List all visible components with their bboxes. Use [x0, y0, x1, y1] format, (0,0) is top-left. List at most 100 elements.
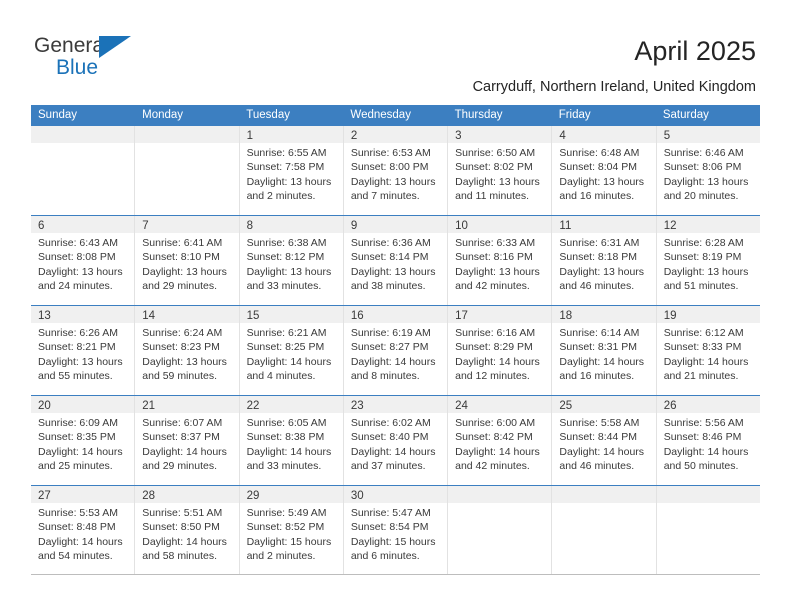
daylight-text: Daylight: 13 hours and 2 minutes. [246, 175, 332, 203]
calendar-day-cell[interactable]: 21 Sunrise: 6:07 AM Sunset: 8:37 PM Dayligh… [135, 396, 240, 485]
calendar-day-cell[interactable]: 9 Sunrise: 6:36 AM Sunset: 8:14 PM Daylight… [343, 216, 449, 305]
day-number: 18 [559, 310, 573, 322]
day-number: 25 [559, 400, 573, 412]
sunrise-text: Sunrise: 6:53 AM [350, 147, 431, 159]
page-title: April 2025 [634, 36, 756, 66]
sunset-text: Sunset: 8:14 PM [350, 251, 429, 264]
day-details: Sunrise: 6:50 AM Sunset: 8:02 PM Daylight:… [448, 143, 551, 204]
day-number: 9 [350, 220, 358, 232]
daylight-text: Daylight: 14 hours and 8 minutes. [350, 355, 436, 383]
day-number: 5 [663, 130, 671, 142]
calendar-day-cell[interactable]: 8 Sunrise: 6:38 AM Sunset: 8:12 PM Daylight… [239, 216, 344, 305]
day-number: 3 [455, 130, 462, 142]
calendar-day-cell[interactable]: 29 Sunrise: 5:49 AM Sunset: 8:52 PM Dayligh… [239, 486, 344, 574]
day-number-band [656, 486, 760, 503]
sunrise-text: Sunrise: 6:12 AM [663, 327, 744, 339]
generalblue-logo[interactable]: General Blue [34, 34, 154, 82]
day-details: Sunrise: 6:48 AM Sunset: 8:04 PM Daylight:… [552, 143, 655, 204]
day-details: Sunrise: 6:33 AM Sunset: 8:16 PM Daylight:… [448, 233, 551, 294]
day-details: Sunrise: 6:12 AM Sunset: 8:33 PM Daylight:… [657, 323, 760, 384]
calendar-day-cell[interactable]: 28 Sunrise: 5:51 AM Sunset: 8:50 PM Dayligh… [135, 486, 240, 574]
daylight-text: Daylight: 13 hours and 11 minutes. [455, 175, 540, 203]
calendar-day-cell[interactable]: 16 Sunrise: 6:19 AM Sunset: 8:27 PM Dayligh… [343, 306, 449, 395]
day-number: 28 [142, 490, 156, 502]
calendar-day-cell[interactable]: 17 Sunrise: 6:16 AM Sunset: 8:29 PM Dayligh… [448, 306, 553, 395]
sunset-text: Sunset: 8:52 PM [246, 521, 325, 534]
calendar-day-cell[interactable]: 11 Sunrise: 6:31 AM Sunset: 8:18 PM Dayligh… [552, 216, 657, 305]
sunset-text: Sunset: 8:50 PM [142, 521, 220, 534]
daylight-text: Daylight: 13 hours and 29 minutes. [142, 265, 227, 293]
sunrise-text: Sunrise: 6:09 AM [38, 417, 118, 429]
calendar-day-cell[interactable]: 22 Sunrise: 6:05 AM Sunset: 8:38 PM Dayligh… [239, 396, 344, 485]
weekday-header-saturday: Saturday [662, 109, 709, 121]
calendar-day-cell[interactable]: 13 Sunrise: 6:26 AM Sunset: 8:21 PM Dayligh… [31, 306, 136, 395]
calendar-day-cell[interactable]: 3 Sunrise: 6:50 AM Sunset: 8:02 PM Daylight… [448, 126, 553, 215]
calendar-week-row: 1 Sunrise: 6:55 AM Sunset: 7:58 PM Daylight… [31, 125, 760, 215]
day-details: Sunrise: 6:36 AM Sunset: 8:14 PM Daylight:… [344, 233, 447, 294]
calendar-day-cell[interactable]: 1 Sunrise: 6:55 AM Sunset: 7:58 PM Daylight… [239, 126, 344, 215]
calendar-cell-empty [135, 126, 240, 215]
sunrise-text: Sunrise: 6:55 AM [246, 147, 327, 159]
day-details: Sunrise: 6:26 AM Sunset: 8:21 PM Daylight:… [31, 323, 134, 384]
day-number: 27 [38, 490, 51, 502]
daylight-text: Daylight: 14 hours and 42 minutes. [455, 445, 540, 473]
calendar-day-cell[interactable]: 25 Sunrise: 5:58 AM Sunset: 8:44 PM Dayligh… [552, 396, 657, 485]
day-number-band: 23 [343, 396, 448, 413]
sunset-text: Sunset: 8:33 PM [663, 341, 742, 354]
logo-text-general: General [34, 34, 109, 57]
sunrise-text: Sunrise: 5:51 AM [142, 507, 223, 519]
calendar-cell-empty [448, 486, 553, 574]
calendar-day-cell[interactable]: 12 Sunrise: 6:28 AM Sunset: 8:19 PM Dayligh… [656, 216, 760, 305]
day-number-band [31, 126, 135, 143]
calendar-day-cell[interactable]: 10 Sunrise: 6:33 AM Sunset: 8:16 PM Dayligh… [448, 216, 553, 305]
day-details: Sunrise: 6:09 AM Sunset: 8:35 PM Daylight:… [31, 413, 134, 474]
daylight-text: Daylight: 15 hours and 6 minutes. [350, 535, 436, 563]
calendar-day-cell[interactable]: 20 Sunrise: 6:09 AM Sunset: 8:35 PM Dayligh… [31, 396, 136, 485]
brand-triangle-icon [99, 36, 131, 58]
page-subtitle: Carryduff, Northern Ireland, United King… [472, 79, 756, 95]
calendar-day-cell[interactable]: 24 Sunrise: 6:00 AM Sunset: 8:42 PM Dayligh… [448, 396, 553, 485]
day-number-band [448, 486, 552, 503]
sunset-text: Sunset: 8:23 PM [142, 341, 220, 354]
sunrise-text: Sunrise: 6:46 AM [663, 147, 744, 159]
sunrise-text: Sunrise: 6:02 AM [350, 417, 431, 429]
calendar-day-cell[interactable]: 5 Sunrise: 6:46 AM Sunset: 8:06 PM Daylight… [656, 126, 760, 215]
calendar-day-cell[interactable]: 30 Sunrise: 5:47 AM Sunset: 8:54 PM Dayligh… [343, 486, 449, 574]
calendar-grid: Sunday Monday Tuesday Wednesday Thursday Frid… [31, 105, 760, 575]
calendar-day-cell[interactable]: 18 Sunrise: 6:14 AM Sunset: 8:31 PM Dayligh… [552, 306, 657, 395]
day-number-band: 8 [239, 216, 343, 233]
day-number-band: 12 [656, 216, 760, 233]
calendar-day-cell[interactable]: 6 Sunrise: 6:43 AM Sunset: 8:08 PM Daylight… [31, 216, 136, 305]
daylight-text: Daylight: 13 hours and 16 minutes. [559, 175, 645, 203]
calendar-day-cell[interactable]: 27 Sunrise: 5:53 AM Sunset: 8:48 PM Dayligh… [31, 486, 136, 574]
calendar-day-cell[interactable]: 14 Sunrise: 6:24 AM Sunset: 8:23 PM Dayligh… [135, 306, 240, 395]
day-number: 23 [350, 400, 364, 412]
day-number-band: 15 [239, 306, 343, 323]
daylight-text: Daylight: 14 hours and 46 minutes. [559, 445, 645, 473]
day-number: 2 [350, 130, 358, 142]
sunrise-text: Sunrise: 6:21 AM [246, 327, 327, 339]
sunrise-text: Sunrise: 6:38 AM [246, 237, 327, 249]
calendar-cell-empty [31, 126, 136, 215]
calendar-day-cell[interactable]: 4 Sunrise: 6:48 AM Sunset: 8:04 PM Daylight… [552, 126, 657, 215]
calendar-day-cell[interactable]: 23 Sunrise: 6:02 AM Sunset: 8:40 PM Dayligh… [343, 396, 449, 485]
day-number-band: 14 [135, 306, 239, 323]
sunset-text: Sunset: 8:02 PM [455, 161, 533, 174]
calendar-day-cell[interactable]: 26 Sunrise: 5:56 AM Sunset: 8:46 PM Dayligh… [656, 396, 760, 485]
day-number-band: 22 [239, 396, 343, 413]
calendar-day-cell[interactable]: 2 Sunrise: 6:53 AM Sunset: 8:00 PM Daylight… [343, 126, 449, 215]
day-details: Sunrise: 6:02 AM Sunset: 8:40 PM Daylight:… [344, 413, 447, 474]
sunrise-text: Sunrise: 6:28 AM [663, 237, 744, 249]
sunset-text: Sunset: 8:40 PM [350, 431, 429, 444]
daylight-text: Daylight: 13 hours and 20 minutes. [663, 175, 749, 203]
daylight-text: Daylight: 13 hours and 42 minutes. [455, 265, 540, 293]
calendar-day-cell[interactable]: 15 Sunrise: 6:21 AM Sunset: 8:25 PM Dayligh… [239, 306, 344, 395]
sunrise-text: Sunrise: 6:43 AM [38, 237, 118, 249]
sunset-text: Sunset: 8:31 PM [559, 341, 638, 354]
calendar-day-cell[interactable]: 19 Sunrise: 6:12 AM Sunset: 8:33 PM Dayligh… [656, 306, 760, 395]
calendar-day-cell[interactable]: 7 Sunrise: 6:41 AM Sunset: 8:10 PM Daylight… [135, 216, 240, 305]
sunset-text: Sunset: 8:18 PM [559, 251, 638, 264]
day-number-band: 6 [31, 216, 135, 233]
weekday-header-friday: Friday [558, 109, 591, 121]
sunrise-text: Sunrise: 6:33 AM [455, 237, 536, 249]
